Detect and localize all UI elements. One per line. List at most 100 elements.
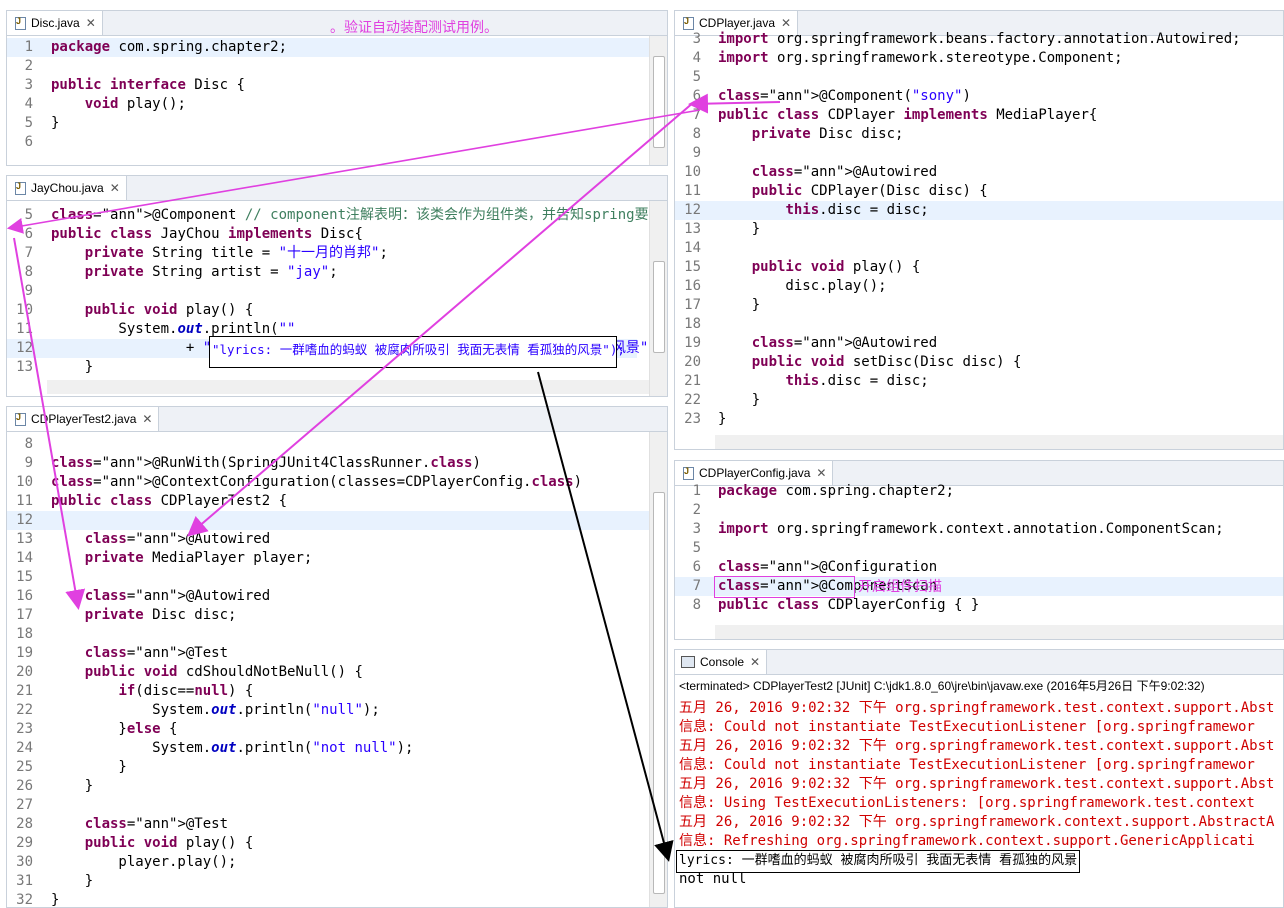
console-output[interactable]: 五月 26, 2016 9:02:32 下午 org.springframewo… (675, 690, 1283, 907)
code-line[interactable]: 20 public void cdShouldNotBeNull() { (7, 663, 649, 682)
code-line[interactable]: 10 class="ann">@Autowired (675, 163, 1283, 182)
horizontal-scrollbar[interactable] (47, 380, 649, 394)
code-line[interactable]: 13 class="ann">@Autowired (7, 530, 649, 549)
code-line[interactable]: 14 (675, 239, 1283, 258)
tab-label: Console (700, 655, 745, 669)
code-line[interactable]: 11 public class CDPlayerTest2 { (7, 492, 649, 511)
code-line[interactable]: 2 (675, 501, 1283, 520)
tab-console[interactable]: Console ✕ (675, 650, 768, 674)
code-line[interactable]: 6 class="ann">@Component("sony") (675, 87, 1283, 106)
vertical-scrollbar[interactable] (649, 36, 667, 165)
code-line[interactable]: 29 public void play() { (7, 834, 649, 853)
vertical-scrollbar[interactable] (649, 201, 667, 396)
code-line[interactable]: 6 class="ann">@Configuration (675, 558, 1283, 577)
top-annotation-note: 。验证自动装配测试用例。 (330, 19, 498, 35)
code-line[interactable]: 8 (7, 435, 649, 454)
code-text: private String title = "十一月的肖邦"; (84, 245, 388, 261)
code-line[interactable]: 11 public CDPlayer(Disc disc) { (675, 182, 1283, 201)
horizontal-scrollbar[interactable] (715, 625, 1283, 639)
horizontal-scrollbar[interactable] (715, 435, 1283, 449)
close-icon[interactable]: ✕ (750, 655, 760, 669)
code-line[interactable]: 14 private MediaPlayer player; (7, 549, 649, 568)
code-line[interactable]: 6 public class JayChou implements Disc{ (7, 225, 637, 244)
code-line[interactable]: 1 package com.spring.chapter2; (7, 38, 649, 57)
line-number: 4 (24, 96, 33, 112)
close-icon[interactable]: ✕ (816, 466, 826, 480)
code-line[interactable]: 16 class="ann">@Autowired (7, 587, 649, 606)
code-text: private Disc disc; (751, 126, 904, 142)
line-number: 7 (692, 107, 701, 123)
code-line[interactable]: 3 import org.springframework.context.anno… (675, 520, 1283, 539)
tab-disc-java[interactable]: Disc.java ✕ (7, 11, 103, 35)
code-text: class="ann">@Test (84, 816, 229, 832)
code-line[interactable]: 17 private Disc disc; (7, 606, 649, 625)
code-line[interactable]: 7 private String title = "十一月的肖邦"; (7, 244, 637, 263)
line-number: 11 (684, 183, 701, 199)
code-line[interactable]: 9 (7, 282, 637, 301)
code-line[interactable]: 20 public void setDisc(Disc disc) { (675, 353, 1283, 372)
code-line[interactable]: 8 private Disc disc; (675, 125, 1283, 144)
code-line[interactable]: 9 class="ann">@RunWith(SpringJUnit4ClassR… (7, 454, 649, 473)
code-line[interactable]: 7 public class CDPlayer implements MediaP… (675, 106, 1283, 125)
code-line[interactable]: 10 public void play() { (7, 301, 637, 320)
code-line[interactable]: 19 class="ann">@Autowired (675, 334, 1283, 353)
code-line[interactable]: 21 this.disc = disc; (675, 372, 1283, 391)
disc-code-editor[interactable]: 1 package com.spring.chapter2; 2 3 public in… (7, 36, 667, 165)
vertical-scrollbar[interactable] (649, 432, 667, 907)
code-line[interactable]: 15 public void play() { (675, 258, 1283, 277)
test-code-editor[interactable]: 8 9 class="ann">@RunWith(SpringJUnit4Class… (7, 432, 667, 907)
code-line[interactable]: 5 class="ann">@Component // component注解表明… (7, 206, 667, 225)
code-text: public class CDPlayerTest2 { (51, 493, 288, 509)
code-line[interactable]: 32} (7, 891, 649, 907)
line-number: 9 (24, 455, 33, 471)
code-line[interactable]: 10 class="ann">@ContextConfiguration(clas… (7, 473, 649, 492)
close-icon[interactable]: ✕ (86, 16, 96, 30)
code-line[interactable]: 27 (7, 796, 649, 815)
code-line[interactable]: 23 }else { (7, 720, 649, 739)
code-line[interactable]: 17 } (675, 296, 1283, 315)
code-line[interactable]: 31 } (7, 872, 649, 891)
java-file-icon (13, 16, 27, 30)
code-line[interactable]: 2 (7, 57, 649, 76)
code-line[interactable]: 3 public interface Disc { (7, 76, 649, 95)
code-line[interactable]: 15 (7, 568, 649, 587)
code-line[interactable]: 5} (7, 114, 649, 133)
code-line[interactable]: 21 if(disc==null) { (7, 682, 649, 701)
code-line[interactable]: 25 } (7, 758, 649, 777)
close-icon[interactable]: ✕ (142, 412, 152, 426)
code-line[interactable]: 18 (7, 625, 649, 644)
close-icon[interactable]: ✕ (781, 16, 791, 30)
code-line[interactable]: 6 (7, 133, 649, 152)
code-line[interactable]: 18 (675, 315, 1283, 334)
code-line[interactable]: 12 this.disc = disc; (675, 201, 1283, 220)
code-line[interactable]: 22 System.out.println("null"); (7, 701, 649, 720)
code-line[interactable]: 26 } (7, 777, 649, 796)
code-line[interactable]: 19 class="ann">@Test (7, 644, 649, 663)
code-line[interactable]: 4 void play(); (7, 95, 649, 114)
code-line[interactable]: 28 class="ann">@Test (7, 815, 649, 834)
code-line[interactable]: 22 } (675, 391, 1283, 410)
code-line[interactable]: 1 package com.spring.chapter2; (675, 482, 1283, 501)
close-icon[interactable]: ✕ (110, 181, 120, 195)
code-line[interactable]: 9 (675, 144, 1283, 163)
code-line[interactable]: 8 private String artist = "jay"; (7, 263, 637, 282)
code-line[interactable]: 8 public class CDPlayerConfig { } (675, 596, 1283, 615)
tab-label: Disc.java (31, 16, 80, 30)
code-line[interactable]: 5 (675, 539, 1283, 558)
code-line[interactable]: 24 System.out.println("not null"); (7, 739, 649, 758)
code-text: public void setDisc(Disc disc) { (751, 354, 1022, 370)
code-line[interactable]: 23} (675, 410, 1283, 429)
code-line[interactable]: 3 import org.springframework.beans.factor… (675, 30, 1283, 49)
cdplayer-code-editor[interactable]: 3 import org.springframework.beans.factor… (675, 31, 1283, 449)
config-code-editor[interactable]: 1 package com.spring.chapter2; 2 3 import or… (675, 483, 1283, 639)
code-line[interactable]: 13 } (675, 220, 1283, 239)
tab-jaychou-java[interactable]: JayChou.java ✕ (7, 176, 127, 200)
code-line[interactable]: 12 (7, 511, 649, 530)
code-line[interactable]: 4 import org.springframework.stereotype.C… (675, 49, 1283, 68)
code-line[interactable]: 16 disc.play(); (675, 277, 1283, 296)
code-line[interactable]: 5 (675, 68, 1283, 87)
tab-cdplayertest2-java[interactable]: CDPlayerTest2.java ✕ (7, 407, 160, 431)
line-number: 11 (16, 321, 33, 337)
code-line[interactable]: 30 player.play(); (7, 853, 649, 872)
line-number: 2 (24, 58, 33, 74)
